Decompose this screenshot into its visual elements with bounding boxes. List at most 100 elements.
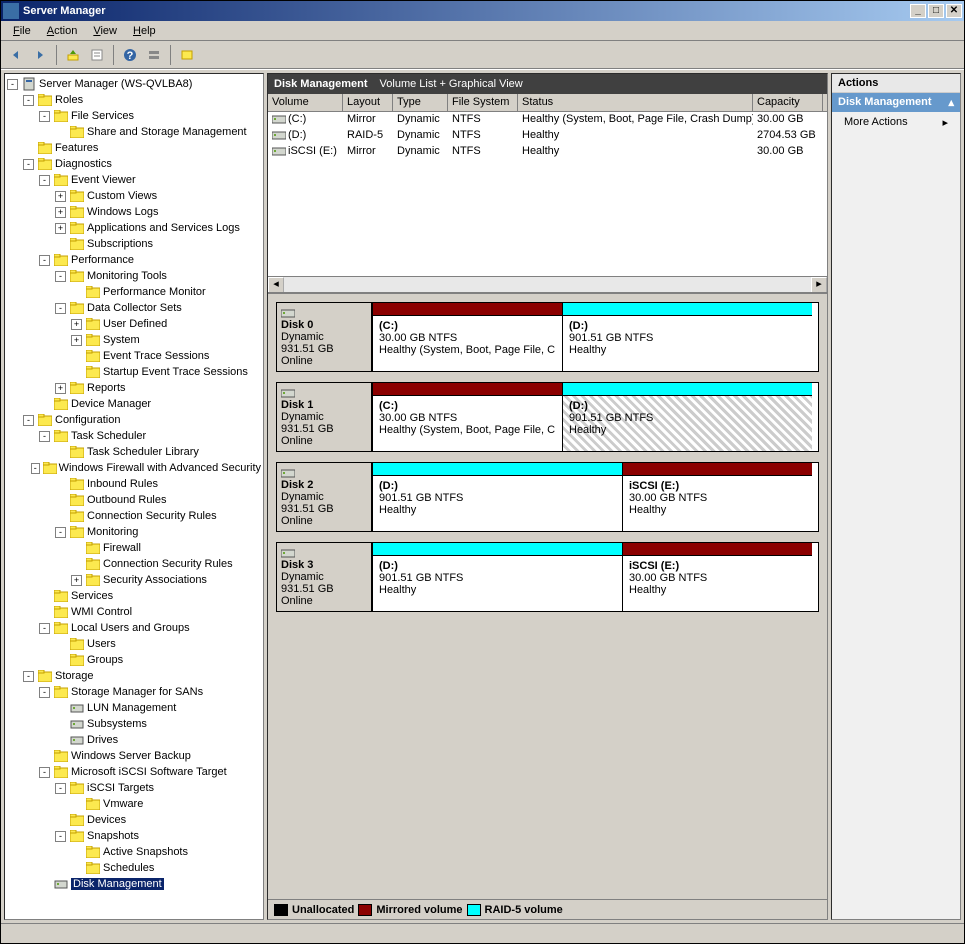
tree-item-fw[interactable]: Firewall	[7, 540, 261, 556]
titlebar[interactable]: Server Manager _ □ ✕	[1, 1, 964, 21]
tree-item-active-snap[interactable]: Active Snapshots	[7, 844, 261, 860]
volume-row[interactable]: (C:)MirrorDynamicNTFSHealthy (System, Bo…	[268, 112, 827, 128]
tree-item-startup-trace[interactable]: Startup Event Trace Sessions	[7, 364, 261, 380]
tree-item-vmware[interactable]: Vmware	[7, 796, 261, 812]
actions-section-disk-management[interactable]: Disk Management ▴	[832, 93, 960, 112]
tree-item-wmi[interactable]: WMI Control	[7, 604, 261, 620]
expand-toggle[interactable]: -	[31, 463, 40, 474]
forward-button[interactable]	[29, 44, 51, 66]
col-type[interactable]: Type	[393, 94, 448, 111]
tree-item-sec-assoc[interactable]: +Security Associations	[7, 572, 261, 588]
up-button[interactable]	[62, 44, 84, 66]
tree-item-iscsi-target[interactable]: -Microsoft iSCSI Software Target	[7, 764, 261, 780]
tree-item-task-scheduler[interactable]: -Task Scheduler	[7, 428, 261, 444]
tree-item-groups[interactable]: Groups	[7, 652, 261, 668]
tree-item-configuration[interactable]: -Configuration	[7, 412, 261, 428]
tree-item-services[interactable]: Services	[7, 588, 261, 604]
volume-list[interactable]: Volume Layout Type File System Status Ca…	[268, 94, 827, 294]
tree-item-features[interactable]: Features	[7, 140, 261, 156]
minimize-button[interactable]: _	[910, 4, 926, 18]
expand-toggle[interactable]: +	[71, 335, 82, 346]
tree-item-subsystems[interactable]: Subsystems	[7, 716, 261, 732]
maximize-button[interactable]: □	[928, 4, 944, 18]
col-layout[interactable]: Layout	[343, 94, 393, 111]
expand-toggle[interactable]: +	[55, 207, 66, 218]
expand-toggle[interactable]: -	[23, 671, 34, 682]
tree-item-lun[interactable]: LUN Management	[7, 700, 261, 716]
scroll-right-button[interactable]: ▸	[811, 277, 827, 293]
expand-toggle[interactable]: +	[55, 383, 66, 394]
expand-toggle[interactable]: +	[71, 575, 82, 586]
disk-row[interactable]: Disk 1Dynamic931.51 GBOnline(C:)30.00 GB…	[276, 382, 819, 452]
col-capacity[interactable]: Capacity	[753, 94, 823, 111]
disk-row[interactable]: Disk 0Dynamic931.51 GBOnline(C:)30.00 GB…	[276, 302, 819, 372]
tree-item-device-manager[interactable]: Device Manager	[7, 396, 261, 412]
partition[interactable]: (D:)901.51 GB NTFSHealthy	[372, 463, 622, 531]
tree-item-ws-backup[interactable]: Windows Server Backup	[7, 748, 261, 764]
help-button[interactable]: ?	[119, 44, 141, 66]
volume-row[interactable]: (D:)RAID-5DynamicNTFSHealthy2704.53 GB	[268, 128, 827, 144]
graphical-view[interactable]: Disk 0Dynamic931.51 GBOnline(C:)30.00 GB…	[268, 294, 827, 899]
tree-item-roles[interactable]: -Roles	[7, 92, 261, 108]
tree-item-diagnostics[interactable]: -Diagnostics	[7, 156, 261, 172]
scroll-track[interactable]	[284, 277, 811, 292]
tree-pane[interactable]: -Server Manager (WS-QVLBA8)-Roles-File S…	[4, 73, 264, 920]
tree-item-share-storage[interactable]: Share and Storage Management	[7, 124, 261, 140]
expand-toggle[interactable]: -	[39, 431, 50, 442]
col-status[interactable]: Status	[518, 94, 753, 111]
actions-more[interactable]: More Actions ▸	[832, 112, 960, 133]
expand-toggle[interactable]: -	[39, 687, 50, 698]
tree-item-reports[interactable]: +Reports	[7, 380, 261, 396]
partition[interactable]: (C:)30.00 GB NTFSHealthy (System, Boot, …	[372, 303, 562, 371]
menu-view[interactable]: View	[85, 23, 125, 39]
view-button[interactable]	[143, 44, 165, 66]
expand-toggle[interactable]: -	[39, 623, 50, 634]
tree-item-subscriptions[interactable]: Subscriptions	[7, 236, 261, 252]
tree-item-conn-sec[interactable]: Connection Security Rules	[7, 508, 261, 524]
expand-toggle[interactable]: -	[23, 95, 34, 106]
partition[interactable]: (C:)30.00 GB NTFSHealthy (System, Boot, …	[372, 383, 562, 451]
tree-item-iscsi-targets[interactable]: -iSCSI Targets	[7, 780, 261, 796]
expand-toggle[interactable]: -	[7, 79, 18, 90]
tree-item-windows-logs[interactable]: +Windows Logs	[7, 204, 261, 220]
partition[interactable]: (D:)901.51 GB NTFSHealthy	[372, 543, 622, 611]
tree-item-firewall[interactable]: -Windows Firewall with Advanced Security	[7, 460, 261, 476]
partition[interactable]: (D:)901.51 GB NTFSHealthy	[562, 383, 812, 451]
partition[interactable]: iSCSI (E:)30.00 GB NTFSHealthy	[622, 463, 812, 531]
expand-toggle[interactable]: -	[55, 303, 66, 314]
volume-row[interactable]: iSCSI (E:)MirrorDynamicNTFSHealthy30.00 …	[268, 144, 827, 160]
expand-toggle[interactable]: -	[55, 271, 66, 282]
tree-item-drives[interactable]: Drives	[7, 732, 261, 748]
tree-item-san-mgr[interactable]: -Storage Manager for SANs	[7, 684, 261, 700]
tree-item-monitoring[interactable]: -Monitoring	[7, 524, 261, 540]
tree-item-system[interactable]: +System	[7, 332, 261, 348]
tree-item-conn-sec2[interactable]: Connection Security Rules	[7, 556, 261, 572]
tree-item-task-lib[interactable]: Task Scheduler Library	[7, 444, 261, 460]
col-filesystem[interactable]: File System	[448, 94, 518, 111]
tree-item-event-trace[interactable]: Event Trace Sessions	[7, 348, 261, 364]
disk-row[interactable]: Disk 3Dynamic931.51 GBOnline(D:)901.51 G…	[276, 542, 819, 612]
expand-toggle[interactable]: -	[39, 255, 50, 266]
tree-item-perfmon[interactable]: Performance Monitor	[7, 284, 261, 300]
expand-toggle[interactable]: -	[55, 527, 66, 538]
horizontal-scrollbar[interactable]: ◂ ▸	[268, 276, 827, 292]
tree-item-inbound[interactable]: Inbound Rules	[7, 476, 261, 492]
tree-item-event-viewer[interactable]: -Event Viewer	[7, 172, 261, 188]
menu-action[interactable]: Action	[39, 23, 86, 39]
tree-item-users[interactable]: Users	[7, 636, 261, 652]
refresh-button[interactable]	[176, 44, 198, 66]
tree-item-custom-views[interactable]: +Custom Views	[7, 188, 261, 204]
tree-item-user-defined[interactable]: +User Defined	[7, 316, 261, 332]
menu-file[interactable]: File	[5, 23, 39, 39]
close-button[interactable]: ✕	[946, 4, 962, 18]
tree-item-local-users[interactable]: -Local Users and Groups	[7, 620, 261, 636]
tree-item-schedules[interactable]: Schedules	[7, 860, 261, 876]
expand-toggle[interactable]: -	[39, 175, 50, 186]
expand-toggle[interactable]: -	[55, 831, 66, 842]
expand-toggle[interactable]: +	[71, 319, 82, 330]
tree-item-disk-mgmt[interactable]: Disk Management	[7, 876, 261, 892]
back-button[interactable]	[5, 44, 27, 66]
col-volume[interactable]: Volume	[268, 94, 343, 111]
tree-item-snapshots[interactable]: -Snapshots	[7, 828, 261, 844]
tree-item-file-services[interactable]: -File Services	[7, 108, 261, 124]
